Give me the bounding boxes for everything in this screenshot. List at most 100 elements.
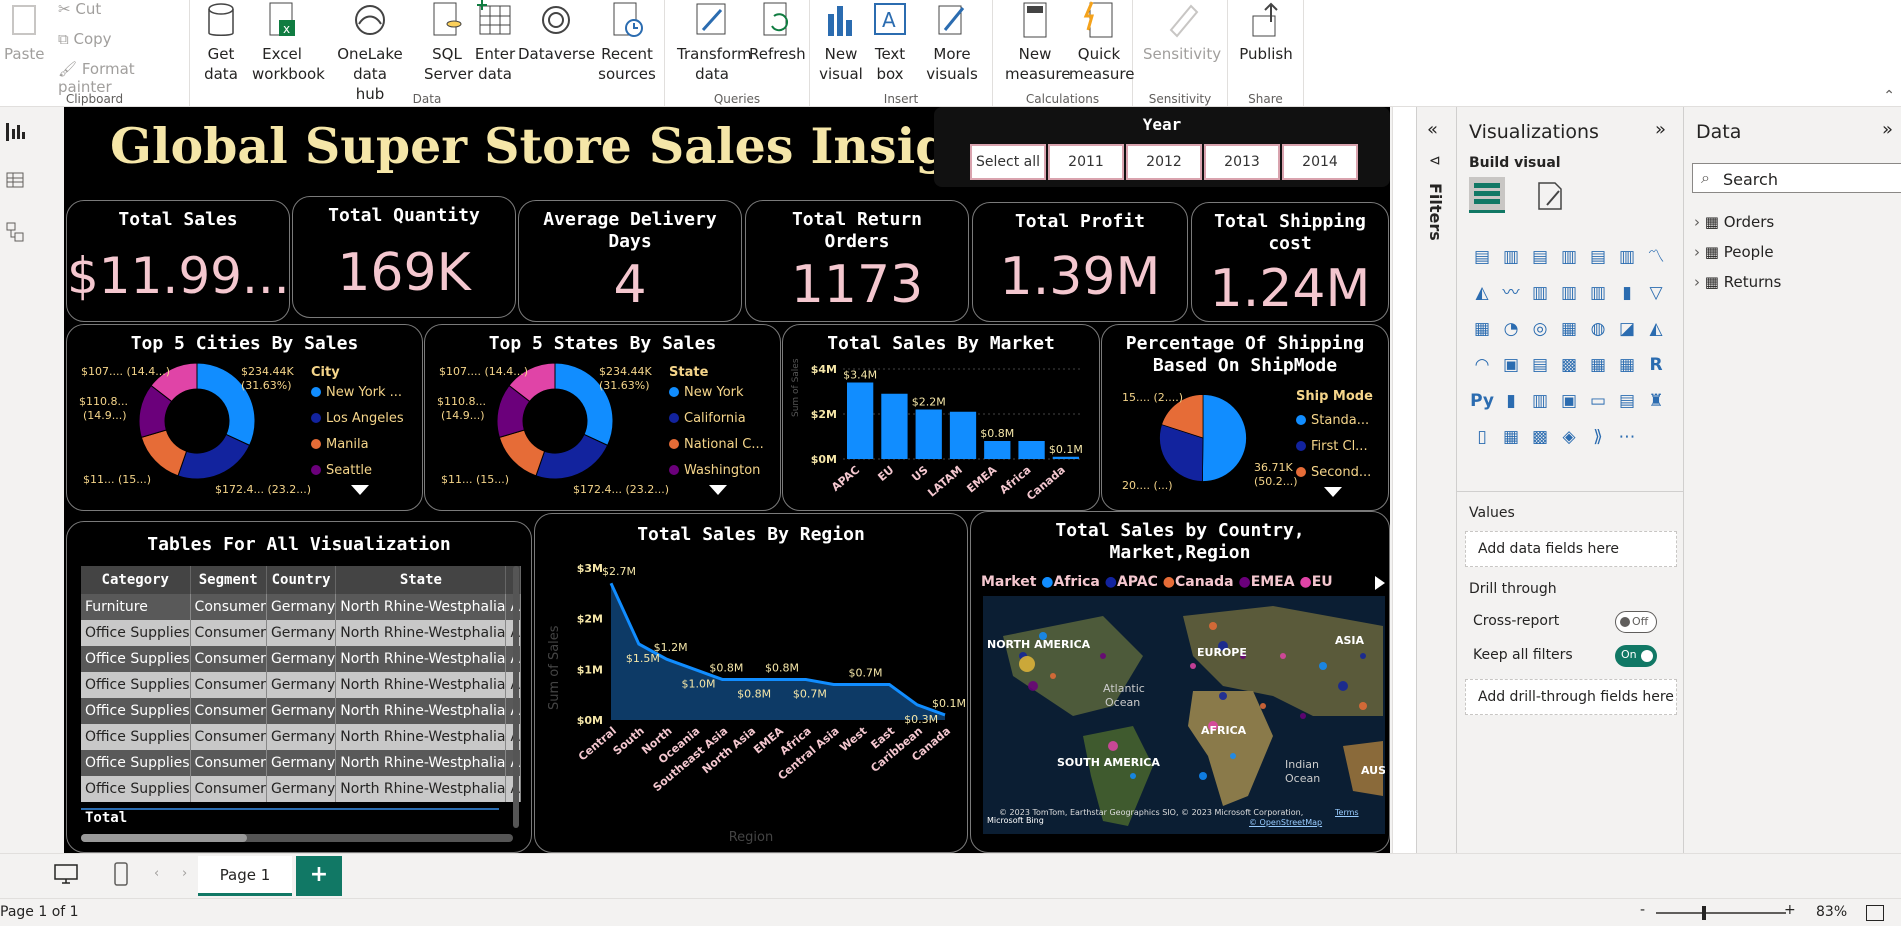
legend-item[interactable]: Los Angeles bbox=[311, 411, 404, 426]
collapse-data-icon[interactable]: » bbox=[1882, 119, 1893, 140]
visual-type-icon[interactable]: 〰 bbox=[1498, 281, 1524, 305]
visual-type-icon[interactable]: ◔ bbox=[1498, 317, 1524, 341]
slice-standard-class[interactable] bbox=[1202, 394, 1247, 482]
visual-type-icon[interactable]: ▮ bbox=[1614, 281, 1640, 305]
visual-type-icon[interactable]: ▮ bbox=[1498, 389, 1524, 413]
legend-item[interactable]: ●Canada bbox=[1163, 574, 1234, 590]
legend-item[interactable]: California bbox=[669, 411, 746, 426]
slice-california[interactable] bbox=[535, 433, 609, 480]
map-bubble[interactable] bbox=[1338, 681, 1348, 691]
format-painter-button[interactable]: 🖌 Format painter bbox=[58, 60, 189, 96]
table-view-icon[interactable] bbox=[6, 171, 24, 193]
sales-by-market-chart[interactable]: Total Sales By Market Sum of Sales $4M $2… bbox=[782, 324, 1100, 511]
table-row[interactable]: Office Supplies Consumer Germany North Rhin… bbox=[81, 620, 522, 646]
legend-item[interactable]: Seattle bbox=[311, 463, 372, 478]
visual-type-icon[interactable]: Py bbox=[1469, 389, 1495, 413]
sensitivity-button[interactable]: Sensitivity bbox=[1143, 0, 1221, 64]
top-cities-donut[interactable]: Top 5 Cities By Sales $107.... (14.4...)… bbox=[66, 324, 423, 511]
legend-item[interactable]: National C... bbox=[669, 437, 764, 452]
map-bubble[interactable] bbox=[1028, 681, 1038, 691]
map-bubble[interactable] bbox=[1190, 663, 1196, 669]
slice-national-capital[interactable] bbox=[498, 429, 546, 477]
legend-item[interactable]: Standa... bbox=[1296, 413, 1369, 428]
legend-item[interactable]: ●Africa bbox=[1041, 574, 1100, 590]
bar-eu[interactable] bbox=[881, 393, 908, 459]
legend-item[interactable]: ●EU bbox=[1299, 574, 1332, 590]
zoom-out-button[interactable]: - bbox=[1640, 902, 1645, 918]
col-header[interactable]: State bbox=[335, 566, 507, 594]
cross-report-toggle[interactable]: Off bbox=[1615, 611, 1657, 633]
map-terms-link[interactable]: Terms bbox=[1335, 808, 1359, 817]
map-bubble[interactable] bbox=[1230, 753, 1236, 759]
shipmode-pie[interactable]: Percentage Of Shipping Based On ShipMode… bbox=[1101, 324, 1389, 511]
visual-type-icon[interactable]: ▤ bbox=[1614, 389, 1640, 413]
get-data-button[interactable]: Get data bbox=[198, 0, 244, 84]
visual-type-icon[interactable]: ⟫ bbox=[1585, 425, 1611, 449]
new-measure-button[interactable]: New measure bbox=[1005, 0, 1070, 84]
canvas-scrollbar[interactable] bbox=[1392, 107, 1416, 853]
paste-button[interactable]: Paste bbox=[4, 0, 45, 64]
kpi-total-return-orders[interactable]: Total Return Orders 1173 bbox=[745, 200, 969, 322]
slice-manila[interactable] bbox=[140, 429, 188, 477]
kpi-total-sales[interactable]: Total Sales $11.99... bbox=[66, 200, 290, 322]
visual-type-icon[interactable]: ◭ bbox=[1643, 317, 1669, 341]
table-row[interactable]: Office Supplies Consumer Germany North Rhin… bbox=[81, 724, 522, 750]
map-osm-link[interactable]: © OpenStreetMap bbox=[1249, 818, 1322, 827]
visual-type-icon[interactable]: ▥ bbox=[1527, 281, 1553, 305]
map-bubble[interactable] bbox=[1260, 703, 1266, 709]
data-search-box[interactable]: ⌕ Search bbox=[1692, 163, 1901, 193]
top-states-donut[interactable]: Top 5 States By Sales $107.... (14.4...)… bbox=[424, 324, 781, 511]
slice-los-angeles[interactable] bbox=[177, 433, 251, 480]
values-drop-zone[interactable]: Add data fields here bbox=[1465, 531, 1677, 567]
visual-type-icon[interactable]: ♜ bbox=[1643, 389, 1669, 413]
transform-data-button[interactable]: Transform data bbox=[677, 0, 752, 84]
visual-type-icon[interactable]: ▤ bbox=[1527, 245, 1553, 269]
map-bubble[interactable] bbox=[1199, 772, 1207, 780]
bar-africa[interactable] bbox=[1018, 441, 1045, 459]
visual-type-icon[interactable]: ▤ bbox=[1527, 353, 1553, 377]
map-area[interactable]: NORTH AMERICA EUROPE ASIA Atlantic Ocean… bbox=[983, 596, 1385, 834]
year-2011[interactable]: 2011 bbox=[1048, 144, 1124, 180]
zoom-slider[interactable] bbox=[1656, 906, 1786, 920]
visual-type-icon[interactable]: ▩ bbox=[1527, 425, 1553, 449]
table-row[interactable]: Furniture Consumer Germany North Rhine-West… bbox=[81, 594, 522, 620]
col-header[interactable]: Segment bbox=[190, 566, 267, 594]
map-bubble[interactable] bbox=[1319, 662, 1327, 670]
format-visual-tab-icon[interactable] bbox=[1533, 179, 1567, 217]
visual-type-icon[interactable]: ◭ bbox=[1469, 281, 1495, 305]
desktop-layout-icon[interactable] bbox=[54, 864, 78, 888]
visual-type-icon[interactable]: ▥ bbox=[1527, 389, 1553, 413]
all-data-table[interactable]: Tables For All Visualization Category Se… bbox=[66, 521, 532, 853]
scroll-thumb[interactable] bbox=[81, 834, 247, 842]
visual-type-icon[interactable]: ▦ bbox=[1556, 317, 1582, 341]
col-header[interactable]: Category bbox=[81, 566, 191, 594]
visual-type-icon[interactable]: ▦ bbox=[1498, 425, 1524, 449]
bar-emea[interactable] bbox=[984, 441, 1011, 459]
prev-page-icon[interactable]: ‹ bbox=[154, 866, 159, 881]
legend-item[interactable]: New York ... bbox=[311, 385, 402, 400]
refresh-button[interactable]: Refresh bbox=[749, 0, 806, 64]
map-bubble[interactable] bbox=[1130, 773, 1136, 779]
fit-to-page-icon[interactable] bbox=[1866, 905, 1884, 921]
table-row[interactable]: Office Supplies Consumer Germany North Rhin… bbox=[81, 646, 522, 672]
legend-item[interactable]: ●EMEA bbox=[1238, 574, 1294, 590]
col-header[interactable]: Country bbox=[266, 566, 337, 594]
visual-type-icon[interactable]: ▤ bbox=[1585, 245, 1611, 269]
legend-item[interactable]: ●APAC bbox=[1105, 574, 1158, 590]
recent-sources-button[interactable]: Recent sources bbox=[594, 0, 660, 84]
bar-canada[interactable] bbox=[1052, 456, 1079, 459]
table-row[interactable]: Office Supplies Consumer Germany North Rhin… bbox=[81, 776, 522, 802]
kpi-total-profit[interactable]: Total Profit 1.39M bbox=[972, 202, 1188, 322]
page-tab-1[interactable]: Page 1 bbox=[198, 856, 292, 896]
legend-item[interactable]: First Cl... bbox=[1296, 439, 1368, 454]
visual-type-icon[interactable]: ▥ bbox=[1556, 245, 1582, 269]
table-row[interactable]: Office Supplies Consumer Germany North Rhin… bbox=[81, 750, 522, 776]
text-box-button[interactable]: A Text box bbox=[870, 0, 910, 84]
keep-filters-toggle[interactable]: On bbox=[1615, 645, 1657, 667]
visual-type-icon[interactable]: ◍ bbox=[1585, 317, 1611, 341]
publish-button[interactable]: Publish bbox=[1236, 0, 1296, 64]
zoom-in-button[interactable]: + bbox=[1784, 902, 1796, 918]
visual-type-icon[interactable]: ▯ bbox=[1469, 425, 1495, 449]
build-visual-tab-icon[interactable] bbox=[1469, 177, 1505, 213]
legend-item[interactable]: Washington bbox=[669, 463, 760, 478]
